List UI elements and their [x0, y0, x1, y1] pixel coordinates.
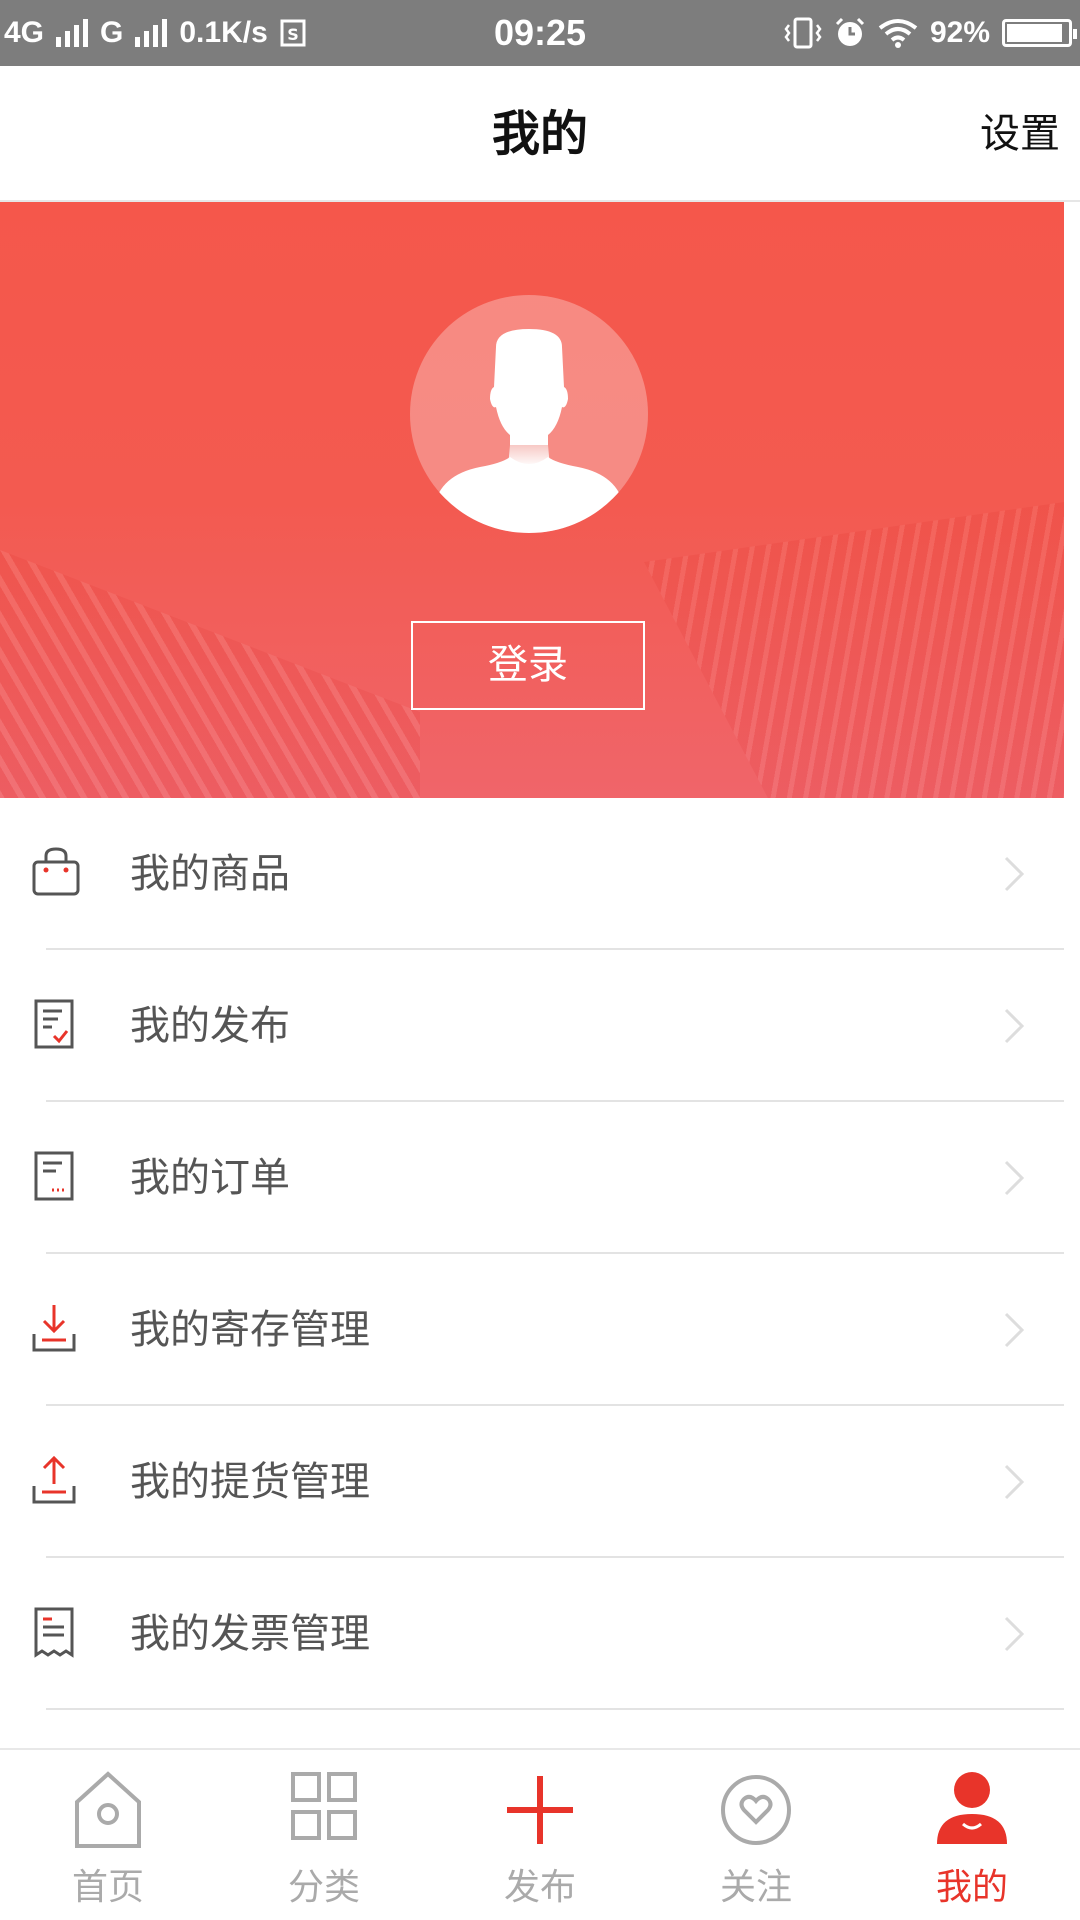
default-avatar-icon: [434, 329, 624, 533]
status-left: 4G G 0.1K/s S: [4, 16, 306, 50]
menu-item-my-products[interactable]: 我的商品: [0, 798, 1064, 950]
home-icon: [75, 1771, 141, 1848]
wifi-icon: [878, 19, 918, 48]
app-notification-icon: S: [280, 19, 306, 47]
menu-item-label: 我的提货管理: [130, 1459, 370, 1505]
menu-item-my-invoices[interactable]: 我的发票管理: [0, 1558, 1064, 1710]
menu-item-my-posts[interactable]: 我的发布: [0, 950, 1064, 1102]
divider: [46, 1708, 1064, 1710]
network-type-label: 4G: [4, 16, 45, 49]
document-check-icon: [34, 999, 74, 1049]
order-document-icon: [34, 1151, 74, 1201]
nav-tab-label: 分类: [287, 1867, 360, 1908]
svg-text:S: S: [287, 25, 299, 44]
menu-item-label: 我的发票管理: [130, 1611, 370, 1657]
upload-tray-icon: [32, 1455, 76, 1504]
nav-tab-publish[interactable]: 发布: [432, 1750, 648, 1920]
alarm-icon: [835, 17, 865, 46]
grid-icon: [291, 1772, 357, 1840]
nav-tab-follow[interactable]: 关注: [648, 1750, 864, 1920]
menu-item-my-orders[interactable]: 我的订单: [0, 1102, 1064, 1254]
menu-item-label: 我的寄存管理: [130, 1307, 370, 1353]
chevron-right-icon: [1004, 1616, 1025, 1652]
network-type-label-2: G: [100, 16, 124, 49]
nav-tab-label: 我的: [935, 1867, 1008, 1908]
login-button[interactable]: 登录: [411, 621, 645, 710]
page-title: 我的: [491, 106, 588, 162]
user-icon: [937, 1772, 1007, 1844]
nav-tab-mine[interactable]: 我的: [864, 1750, 1080, 1920]
menu-item-label: 我的订单: [130, 1155, 290, 1201]
bag-icon: [32, 847, 80, 896]
banner-decoration-right: [644, 502, 1064, 798]
nav-tab-label: 发布: [503, 1867, 576, 1908]
avatar[interactable]: [410, 295, 648, 533]
profile-banner: 登录: [0, 202, 1064, 798]
status-time: 09:25: [493, 12, 587, 53]
menu-item-label: 我的发布: [130, 1003, 290, 1049]
nav-tab-label: 首页: [71, 1867, 144, 1908]
status-bar: 4G G 0.1K/s S 09:25 92%: [0, 0, 1080, 66]
signal-icon-2: [135, 19, 168, 47]
nav-tab-label: 关注: [719, 1867, 792, 1908]
battery-percent: 92%: [929, 16, 990, 49]
chevron-right-icon: [1004, 1160, 1025, 1196]
signal-icon: [56, 19, 89, 47]
battery-icon: [1002, 19, 1077, 47]
chevron-right-icon: [1004, 1312, 1025, 1348]
receipt-icon: [34, 1607, 74, 1658]
chevron-right-icon: [1004, 1008, 1025, 1044]
bottom-nav: 首页 分类 发布 关注 我的: [0, 1748, 1080, 1920]
heart-icon: [721, 1775, 791, 1845]
menu-item-my-storage[interactable]: 我的寄存管理: [0, 1254, 1064, 1406]
settings-button[interactable]: 设置: [980, 66, 1060, 202]
plus-icon: [507, 1776, 573, 1844]
chevron-right-icon: [1004, 1464, 1025, 1500]
banner-decoration-left: [0, 550, 420, 798]
menu-list: 我的商品 我的发布 我的订单 我的寄存管理 我的提货管理 我的发票管理: [0, 798, 1064, 1710]
chevron-right-icon: [1004, 856, 1025, 892]
status-right: 92%: [784, 16, 1077, 50]
title-bar: 我的 设置: [0, 66, 1080, 202]
nav-tab-category[interactable]: 分类: [216, 1750, 432, 1920]
download-tray-icon: [32, 1305, 76, 1352]
nav-tab-home[interactable]: 首页: [0, 1750, 216, 1920]
menu-item-label: 我的商品: [130, 851, 290, 897]
network-speed: 0.1K/s: [179, 16, 268, 49]
menu-item-my-pickup[interactable]: 我的提货管理: [0, 1406, 1064, 1558]
vibrate-icon: [784, 17, 822, 49]
